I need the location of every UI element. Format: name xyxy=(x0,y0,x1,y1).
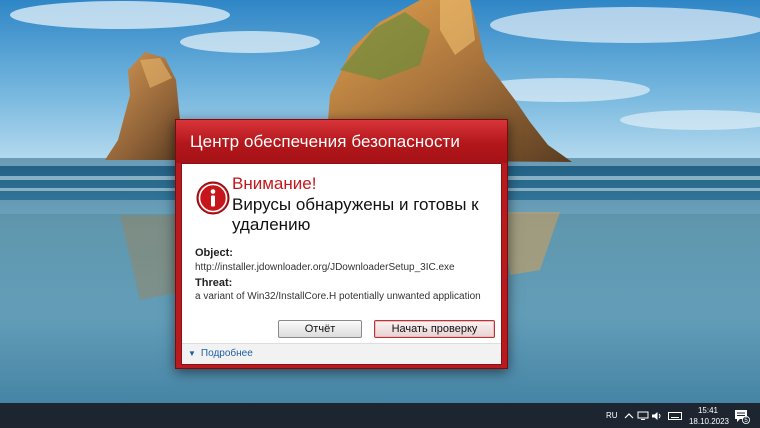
report-button[interactable]: Отчёт xyxy=(278,320,362,338)
details-label: Подробнее xyxy=(200,348,253,359)
details-link[interactable]: ▼ Подробнее xyxy=(188,348,253,359)
notification-icon[interactable]: 5 xyxy=(734,409,750,424)
display-icon[interactable] xyxy=(637,411,649,421)
details-bar: ▼ Подробнее xyxy=(182,343,501,364)
dialog-title: Центр обеспечения безопасности xyxy=(190,132,461,151)
warning-icon xyxy=(196,181,230,215)
dialog-body: Внимание! Вирусы обнаружены и готовы к у… xyxy=(181,163,502,365)
threat-label: Threat: xyxy=(195,277,233,289)
keyboard-icon[interactable] xyxy=(668,411,682,421)
start-scan-button[interactable]: Начать проверку xyxy=(374,320,495,338)
dialog-titlebar[interactable]: Центр обеспечения безопасности xyxy=(176,120,507,163)
threat-value: a variant of Win32/InstallCore.H potenti… xyxy=(195,291,481,302)
object-value: http://installer.jdownloader.org/JDownlo… xyxy=(195,262,455,273)
taskbar: RU 15:41 18.10.2023 5 xyxy=(0,403,760,428)
object-label: Object: xyxy=(195,247,233,259)
security-alert-dialog: Центр обеспечения безопасности Внимание!… xyxy=(175,119,508,369)
language-indicator[interactable]: RU xyxy=(606,411,618,420)
clock-time[interactable]: 15:41 xyxy=(694,406,722,415)
alert-heading: Внимание! xyxy=(232,174,317,193)
clock-date[interactable]: 18.10.2023 xyxy=(687,417,731,426)
speaker-icon[interactable] xyxy=(651,411,663,421)
chevron-up-icon[interactable] xyxy=(623,411,635,421)
alert-message: Вирусы обнаружены и готовы к удалению xyxy=(232,195,479,234)
chevron-down-icon: ▼ xyxy=(188,349,196,358)
